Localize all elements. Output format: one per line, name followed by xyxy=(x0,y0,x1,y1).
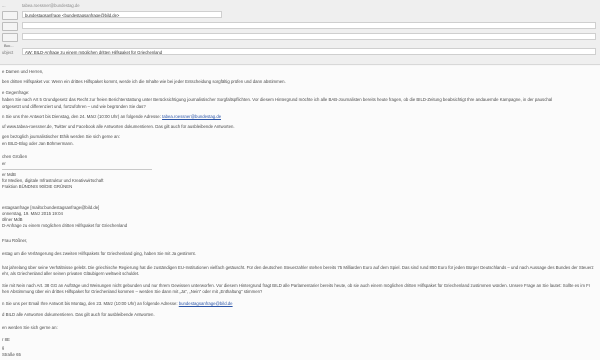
body-line: Fraktion BÜNDNIS 90/DIE GRÜNEN xyxy=(2,184,73,189)
body-line: ben dritten Hilfspaket vor. Wenn ein dri… xyxy=(2,79,286,84)
to-button[interactable] xyxy=(2,11,18,20)
subject-label: ubject xyxy=(2,50,14,55)
bcc-field[interactable] xyxy=(22,33,596,40)
bcc-row: Bcc... xyxy=(0,33,600,48)
message-header: ... tabea.roessner@bundestag.de bundesta… xyxy=(0,0,600,65)
body-line: e Gegenfrage: xyxy=(2,90,30,95)
body-line: er xyxy=(2,161,6,166)
body-line: n Sie uns Ihre Antwort bis Dienstag, den… xyxy=(2,114,222,119)
body-line: Frau Rößner, xyxy=(2,238,28,243)
signature-separator xyxy=(2,169,152,170)
body-line: e Damen und Herren, xyxy=(2,69,44,74)
body-line: n Sie uns per Email Ihre Antwort bis Mon… xyxy=(2,301,233,306)
body-line: en BILD-Blog oder Jan Böhmermann. xyxy=(2,141,74,146)
from-label: ... xyxy=(2,3,6,8)
body-line: hen Abstimmung über ein drittes Hilfspak… xyxy=(2,289,263,294)
from-value: tabea.roessner@bundestag.de xyxy=(22,3,80,8)
body-line: Straße 65 xyxy=(2,352,21,357)
body-line: ehr, als Griechenland aller seinen priva… xyxy=(2,271,140,276)
body-line: D-Anfrage zu einem möglichen dritten Hil… xyxy=(2,223,128,228)
body-line: haben Sie nach Art 5 Grundgesetz das Rec… xyxy=(2,97,553,102)
message-body[interactable]: e Damen und Herren, ben dritten Hilfspak… xyxy=(0,66,600,360)
cc-button[interactable]: Cc... xyxy=(2,22,18,37)
subject-field[interactable]: AW: BILD-Anfrage zu einem möglichen drit… xyxy=(22,48,596,55)
body-line: r 8E xyxy=(2,337,10,342)
subject-row: ubject AW: BILD-Anfrage zu einem möglich… xyxy=(0,48,600,57)
cc-row: Cc... xyxy=(0,22,600,37)
body-line: gen bezüglich journalistischer Ethik wer… xyxy=(2,134,120,139)
body-line: chen Grüßen xyxy=(2,154,28,159)
body-line: en werden Sie sich gerne an: xyxy=(2,325,58,330)
body-line: ortgesetzt und differenziert und, fortzu… xyxy=(2,104,146,109)
from-row: ... tabea.roessner@bundestag.de xyxy=(0,1,600,10)
email-link[interactable]: tabea.roessner@bundestag.de xyxy=(162,114,221,119)
body-line: uf www.tabea-roessner.de, Twitter und Fa… xyxy=(2,124,235,129)
to-field[interactable]: bundestagsanfrage <bundestagsanfrage@bil… xyxy=(22,11,222,18)
email-link[interactable]: bundestagsanfrage@bild.de xyxy=(179,301,233,306)
cc-field[interactable] xyxy=(22,22,596,29)
body-line: estag um die Verlängerung des zweiten Hi… xyxy=(2,251,196,256)
body-line: g xyxy=(2,345,5,350)
body-line: d BILD alle Antworten dokumentieren. Das… xyxy=(2,312,155,317)
bcc-button[interactable]: Bcc... xyxy=(2,33,18,48)
to-row: bundestagsanfrage <bundestagsanfrage@bil… xyxy=(0,11,600,20)
